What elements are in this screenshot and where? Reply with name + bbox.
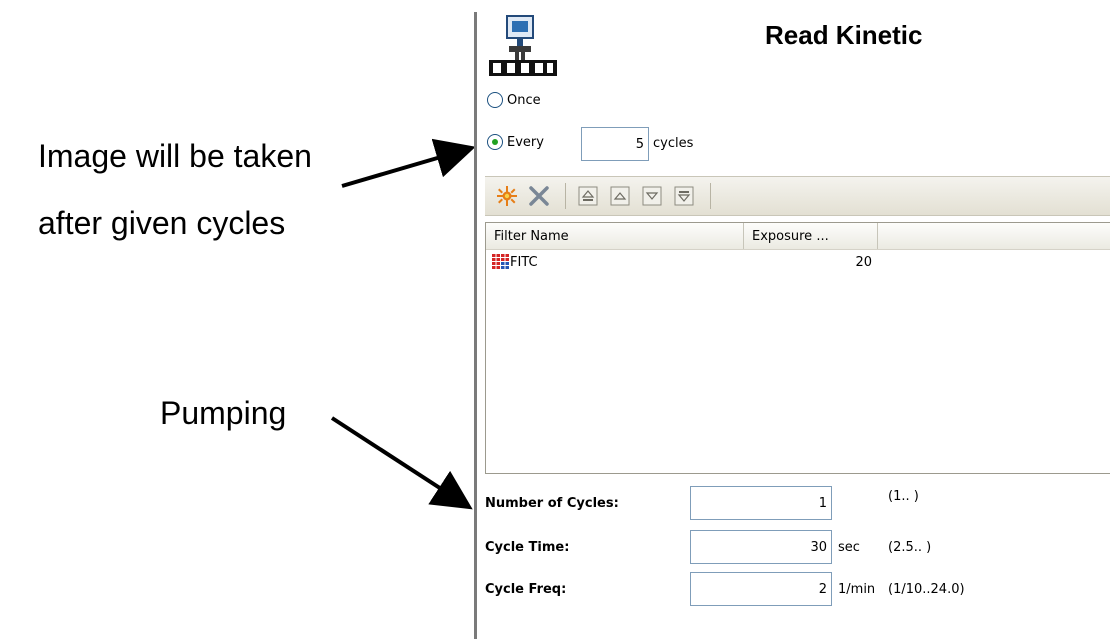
cycles-unit-label: cycles: [653, 136, 693, 151]
toolbar-separator: [565, 183, 566, 209]
exposure-cell: 20: [855, 254, 872, 270]
number-of-cycles-range: (1.. ): [888, 488, 919, 504]
once-radio[interactable]: [487, 92, 503, 108]
delete-filter-button[interactable]: [525, 182, 553, 210]
cycle-time-input[interactable]: 30: [690, 530, 832, 564]
every-cycles-input[interactable]: 5: [581, 127, 649, 161]
cycle-freq-row: Cycle Freq: 2 1/min (1/10..24.0): [485, 572, 965, 606]
cycle-time-label: Cycle Time:: [485, 539, 570, 555]
filter-name-cell: FITC: [486, 254, 744, 270]
every-radio[interactable]: [487, 134, 503, 150]
table-row[interactable]: FITC 20: [486, 250, 1110, 274]
cycle-time-row: Cycle Time: 30 sec (2.5.. ): [485, 530, 931, 564]
toolbar-separator: [710, 183, 711, 209]
move-top-icon: [578, 186, 598, 206]
cycle-freq-input[interactable]: 2: [690, 572, 832, 606]
add-filter-button[interactable]: [493, 182, 521, 210]
number-of-cycles-row: Number of Cycles: 1 (1.. ): [485, 486, 919, 520]
arrow-to-every: [341, 138, 476, 188]
add-filter-icon: [497, 186, 517, 206]
move-top-button[interactable]: [574, 182, 602, 210]
number-of-cycles-input[interactable]: 1: [690, 486, 832, 520]
cycle-time-unit: sec: [838, 539, 860, 555]
once-option[interactable]: Once: [487, 92, 541, 108]
cycle-freq-label: Cycle Freq:: [485, 581, 567, 597]
cycle-freq-range: (1/10..24.0): [888, 581, 965, 597]
move-down-icon: [642, 186, 662, 206]
filter-list-header: Filter Name Exposure ...: [486, 223, 1110, 250]
every-option[interactable]: Every: [487, 134, 544, 150]
cycles-label: cycles: [653, 136, 694, 151]
panel-title: Read Kinetic: [765, 20, 923, 50]
move-bottom-button[interactable]: [670, 182, 698, 210]
filter-toolbar: [485, 176, 1110, 216]
filter-grid-icon: [492, 254, 509, 269]
move-down-button[interactable]: [638, 182, 666, 210]
cycle-freq-unit: 1/min: [838, 581, 876, 597]
column-header-filter-name[interactable]: Filter Name: [486, 223, 744, 249]
read-kinetic-panel: Read Kinetic Once Every 5 cycles Filter …: [477, 0, 1110, 639]
move-up-icon: [610, 186, 630, 206]
delete-icon: [529, 186, 549, 206]
column-header-exposure[interactable]: Exposure ...: [744, 223, 878, 249]
filter-list: Filter Name Exposure ... FITC 20: [485, 222, 1110, 474]
cycle-time-range: (2.5.. ): [888, 539, 932, 555]
number-of-cycles-label: Number of Cycles:: [485, 495, 619, 511]
arrow-to-cycles: [330, 416, 473, 510]
move-up-button[interactable]: [606, 182, 634, 210]
robot-plate-reader-icon: [489, 15, 557, 76]
every-label: Every: [507, 134, 544, 150]
move-bottom-icon: [674, 186, 694, 206]
once-label: Once: [507, 92, 541, 108]
filter-name-text: FITC: [510, 254, 538, 270]
